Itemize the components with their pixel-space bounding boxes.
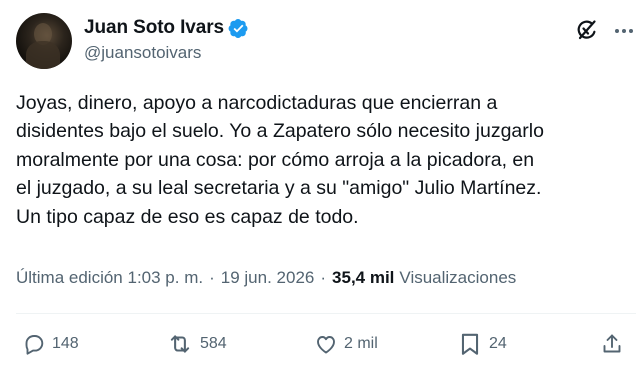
repost-icon bbox=[170, 335, 190, 353]
tweet-text-line: moralmente por una cosa: por cómo arroja… bbox=[16, 148, 535, 171]
repost-button[interactable]: 584 bbox=[166, 327, 227, 361]
bookmark-button[interactable]: 24 bbox=[457, 327, 507, 361]
repost-count: 584 bbox=[200, 335, 227, 352]
author-name-row: Juan Soto Ivars bbox=[84, 15, 249, 41]
tweet-text-line: Joyas, dinero, apoyo a narcodictaduras q… bbox=[16, 92, 498, 114]
reply-button[interactable]: 148 bbox=[22, 327, 79, 361]
meta-separator: · bbox=[209, 268, 215, 287]
reply-count: 148 bbox=[52, 335, 79, 352]
tweet-header: Juan Soto Ivars @juansotoivars bbox=[16, 13, 633, 69]
avatar-photo-detail bbox=[26, 41, 60, 69]
tweet-meta: Última edición 1:03 p. m. · 19 jun. 2026… bbox=[16, 266, 626, 290]
tweet-text-line: el juzgado, a su leal secretaria y a su … bbox=[16, 177, 542, 200]
bookmark-count: 24 bbox=[489, 335, 507, 352]
share-icon bbox=[603, 334, 621, 353]
more-icon[interactable] bbox=[612, 19, 636, 43]
edited-timestamp[interactable]: Última edición 1:03 p. m. bbox=[16, 268, 203, 288]
views-label[interactable]: Visualizaciones bbox=[399, 268, 516, 288]
author-display-name[interactable]: Juan Soto Ivars bbox=[84, 17, 224, 39]
views-count[interactable]: 35,4 mil bbox=[332, 268, 394, 288]
like-count: 2 mil bbox=[344, 335, 378, 352]
tweet-date[interactable]: 19 jun. 2026 bbox=[221, 268, 315, 288]
tweet-text: Joyas, dinero, apoyo a narcodictaduras q… bbox=[16, 89, 620, 231]
reply-icon bbox=[25, 335, 44, 355]
bookmark-icon bbox=[461, 333, 479, 355]
share-button[interactable] bbox=[600, 327, 624, 361]
tweet-text-line: Un tipo capaz de eso es capaz de todo. bbox=[16, 205, 359, 228]
author-avatar[interactable] bbox=[16, 13, 72, 69]
author-handle[interactable]: @juansotoivars bbox=[84, 43, 201, 63]
like-icon bbox=[317, 336, 335, 354]
action-bar: 148 584 2 mil 24 bbox=[16, 327, 628, 361]
divider bbox=[16, 313, 636, 314]
tweet-text-line: disidentes bajo el suelo. Yo a Zapatero … bbox=[16, 120, 544, 143]
like-button[interactable]: 2 mil bbox=[314, 327, 378, 361]
grok-icon[interactable] bbox=[574, 17, 600, 43]
verified-badge-icon bbox=[228, 18, 248, 38]
meta-separator: · bbox=[320, 268, 327, 287]
